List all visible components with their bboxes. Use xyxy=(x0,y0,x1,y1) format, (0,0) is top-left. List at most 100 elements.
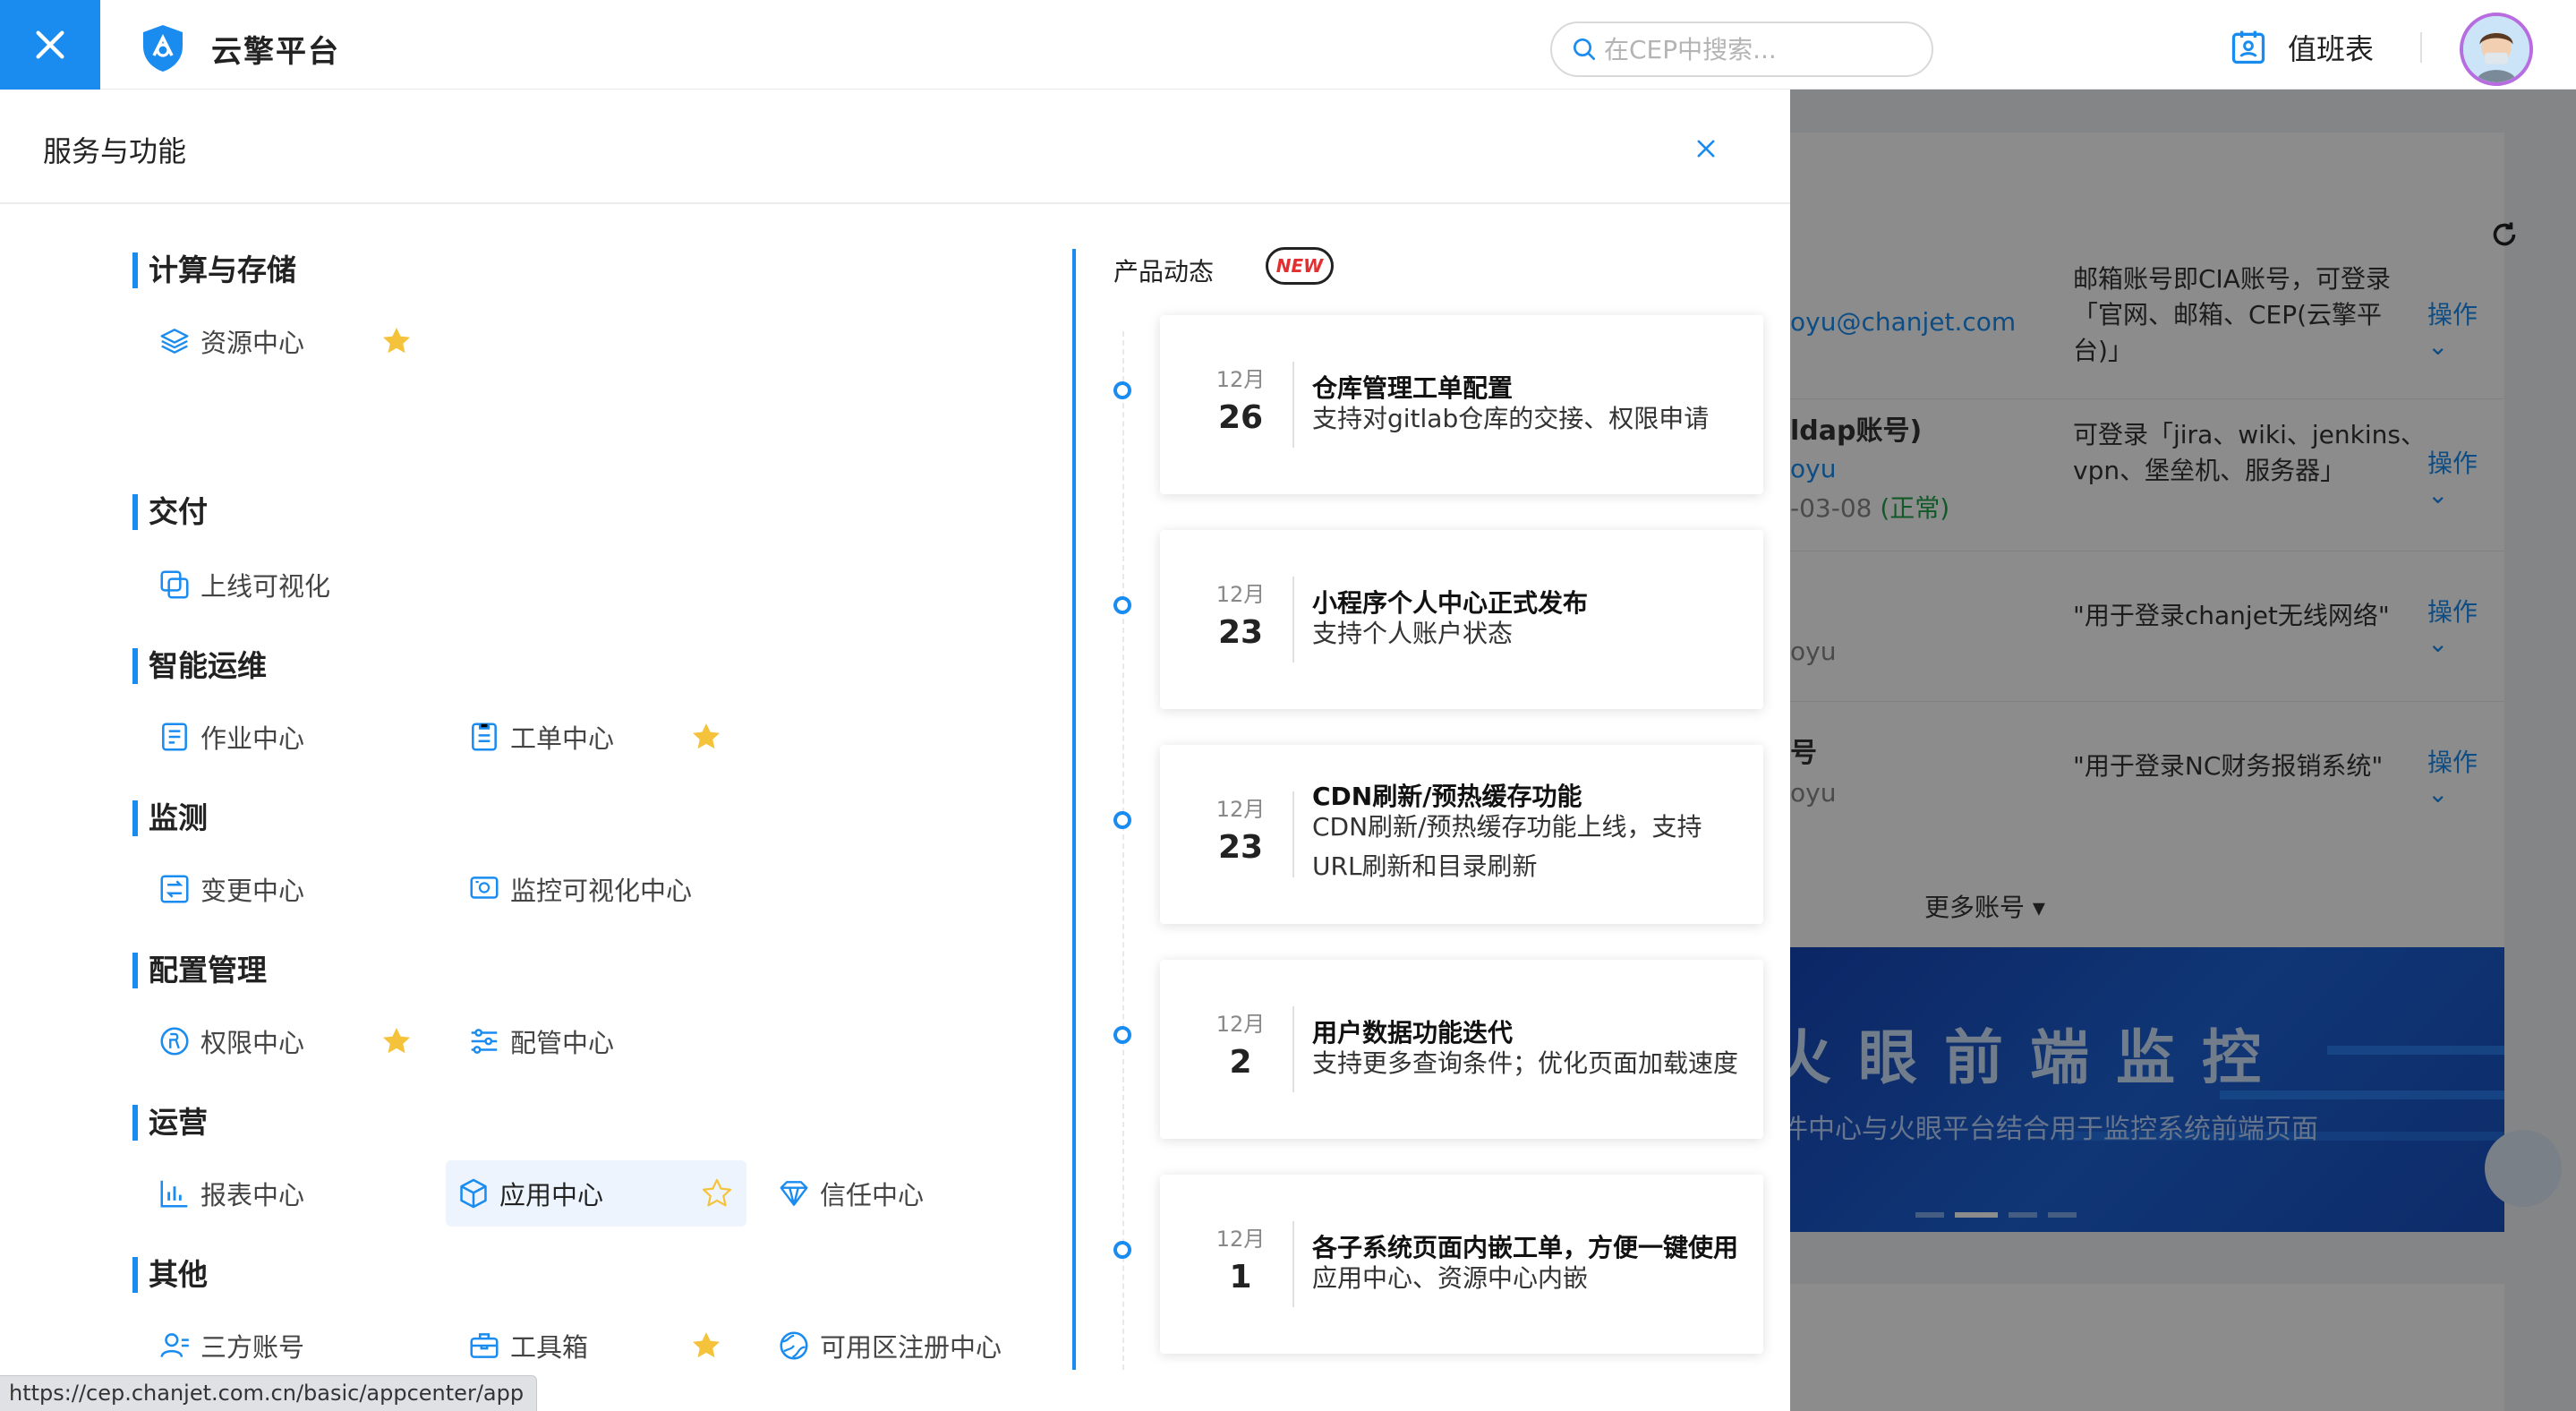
news-description: CDN刷新/预热缓存功能上线，支持URL刷新和目录刷新 xyxy=(1312,812,1702,881)
news-day: 23 xyxy=(1217,614,1264,651)
news-card[interactable]: 12月 23 小程序个人中心正式发布 支持个人账户状态 xyxy=(1160,530,1763,709)
service-item-ticket-center[interactable]: 工单中心 xyxy=(442,704,746,770)
services-panel: 服务与功能 计算与存储 资源中心 交付 上线可视化 智能运维 作业中心 工单中心… xyxy=(0,90,1790,1411)
category-delivery: 交付 xyxy=(132,494,208,530)
service-label: 三方账号 xyxy=(200,1332,305,1363)
news-separator xyxy=(1292,1006,1294,1092)
service-item-app-center[interactable]: 应用中心 xyxy=(446,1160,746,1227)
avatar[interactable] xyxy=(2460,13,2533,86)
layers-icon xyxy=(160,329,189,354)
app-title[interactable]: 云擎平台 xyxy=(211,27,340,71)
timeline-dot xyxy=(1113,596,1131,614)
service-item-third-party-accounts[interactable]: 三方账号 xyxy=(132,1313,437,1379)
status-bar-url: https://cep.chanjet.com.cn/basic/appcent… xyxy=(0,1375,538,1411)
news-card[interactable]: 12月 23 CDN刷新/预热缓存功能 CDN刷新/预热缓存功能上线，支持URL… xyxy=(1160,745,1763,924)
news-description: 支持更多查询条件；优化页面加载速度 xyxy=(1312,1048,1739,1078)
service-label: 应用中心 xyxy=(499,1180,604,1210)
news-separator xyxy=(1292,577,1294,663)
duty-schedule-button[interactable]: 值班表 xyxy=(2229,27,2374,68)
news-day: 1 xyxy=(1229,1259,1252,1296)
news-month: 12月 xyxy=(1215,582,1266,607)
clipboard-icon xyxy=(472,723,497,751)
timeline-dot xyxy=(1113,811,1131,829)
service-item-toolbox[interactable]: 工具箱 xyxy=(442,1313,746,1379)
service-label: 信任中心 xyxy=(820,1180,925,1210)
service-label: 配管中心 xyxy=(510,1028,615,1058)
service-item-resource-center[interactable]: 资源中心 xyxy=(132,308,437,374)
category-monitoring: 监测 xyxy=(132,800,208,836)
category-compute-storage: 计算与存储 xyxy=(132,252,296,288)
document-icon xyxy=(162,723,187,751)
service-label: 作业中心 xyxy=(200,723,305,754)
service-label: 工具箱 xyxy=(510,1332,589,1363)
user-avatar-icon xyxy=(2463,16,2529,82)
modal-mask[interactable] xyxy=(1790,90,2576,1411)
timeline-line xyxy=(1122,331,1124,1370)
news-title: 产品动态 xyxy=(1113,257,1215,286)
star-filled-icon[interactable] xyxy=(689,720,723,754)
service-item-job-center[interactable]: 作业中心 xyxy=(132,704,437,770)
new-badge: NEW xyxy=(1266,247,1334,285)
service-item-change-center[interactable]: 变更中心 xyxy=(132,856,437,922)
panel-header: 服务与功能 xyxy=(0,90,1790,204)
timeline-dot xyxy=(1113,1241,1131,1259)
category-intelligent-ops: 智能运维 xyxy=(132,648,267,684)
news-card[interactable]: 12月 1 各子系统页面内嵌工单，方便一键使用 应用中心、资源中心内嵌 xyxy=(1160,1175,1763,1354)
user-icon xyxy=(160,1333,189,1358)
close-icon xyxy=(36,30,64,59)
timeline-dot xyxy=(1113,381,1131,399)
news-description: 支持对gitlab仓库的交接、权限申请 xyxy=(1312,404,1710,433)
panel-divider xyxy=(1072,249,1076,1370)
global-search[interactable] xyxy=(1550,21,1933,77)
service-label: 报表中心 xyxy=(200,1180,305,1210)
timeline-dot xyxy=(1113,1026,1131,1044)
service-item-zone-registry[interactable]: 可用区注册中心 xyxy=(752,1313,1074,1379)
news-separator xyxy=(1292,791,1294,877)
service-label: 工单中心 xyxy=(510,723,615,754)
close-icon[interactable] xyxy=(1693,136,1719,161)
service-item-permission-center[interactable]: 权限中心 xyxy=(132,1008,437,1074)
star-filled-icon[interactable] xyxy=(380,324,414,358)
bar-chart-icon xyxy=(160,1180,188,1208)
news-card[interactable]: 12月 2 用户数据功能迭代 支持更多查询条件；优化页面加载速度 xyxy=(1160,960,1763,1139)
category-operations: 运营 xyxy=(132,1105,208,1141)
service-label: 变更中心 xyxy=(200,876,305,906)
duty-label: 值班表 xyxy=(2288,32,2375,66)
service-label: 资源中心 xyxy=(200,328,305,358)
news-separator xyxy=(1292,1221,1294,1307)
service-item-trust-center[interactable]: 信任中心 xyxy=(752,1160,1056,1227)
star-filled-icon[interactable] xyxy=(380,1024,414,1058)
news-day: 26 xyxy=(1217,399,1264,436)
star-outline-icon[interactable] xyxy=(700,1176,734,1210)
service-label: 权限中心 xyxy=(200,1028,305,1058)
news-separator xyxy=(1292,362,1294,448)
service-item-config-center[interactable]: 配管中心 xyxy=(442,1008,746,1074)
service-label: 可用区注册中心 xyxy=(820,1332,1002,1363)
service-item-release-visualization[interactable]: 上线可视化 xyxy=(132,552,437,618)
category-config-management: 配置管理 xyxy=(132,953,267,988)
swap-document-icon xyxy=(160,875,189,903)
copy-squares-icon xyxy=(160,570,189,599)
news-day: 23 xyxy=(1217,829,1264,866)
panel-title: 服务与功能 xyxy=(43,134,187,168)
shield-logo-icon[interactable] xyxy=(140,23,186,73)
news-month: 12月 xyxy=(1215,1227,1266,1252)
service-item-monitor-visualization[interactable]: 监控可视化中心 xyxy=(442,856,746,922)
diamond-icon xyxy=(780,1181,808,1206)
search-input[interactable] xyxy=(1604,34,1908,64)
news-day: 2 xyxy=(1229,1044,1252,1081)
globe-icon xyxy=(780,1331,808,1360)
monitor-screen-icon xyxy=(470,877,499,899)
top-bar: 云擎平台 值班表 xyxy=(0,0,2576,90)
news-description: 支持个人账户状态 xyxy=(1312,619,1514,648)
menu-close-button[interactable] xyxy=(0,0,100,90)
news-month: 12月 xyxy=(1215,797,1266,822)
calendar-user-icon xyxy=(2231,30,2265,64)
news-card[interactable]: 12月 26 仓库管理工单配置 支持对gitlab仓库的交接、权限申请 xyxy=(1160,315,1763,494)
toolbox-icon xyxy=(470,1333,499,1358)
cube-icon xyxy=(460,1178,487,1209)
service-item-report-center[interactable]: 报表中心 xyxy=(132,1160,437,1227)
service-label: 监控可视化中心 xyxy=(510,876,693,906)
news-month: 12月 xyxy=(1215,1012,1266,1037)
star-filled-icon[interactable] xyxy=(689,1329,723,1363)
